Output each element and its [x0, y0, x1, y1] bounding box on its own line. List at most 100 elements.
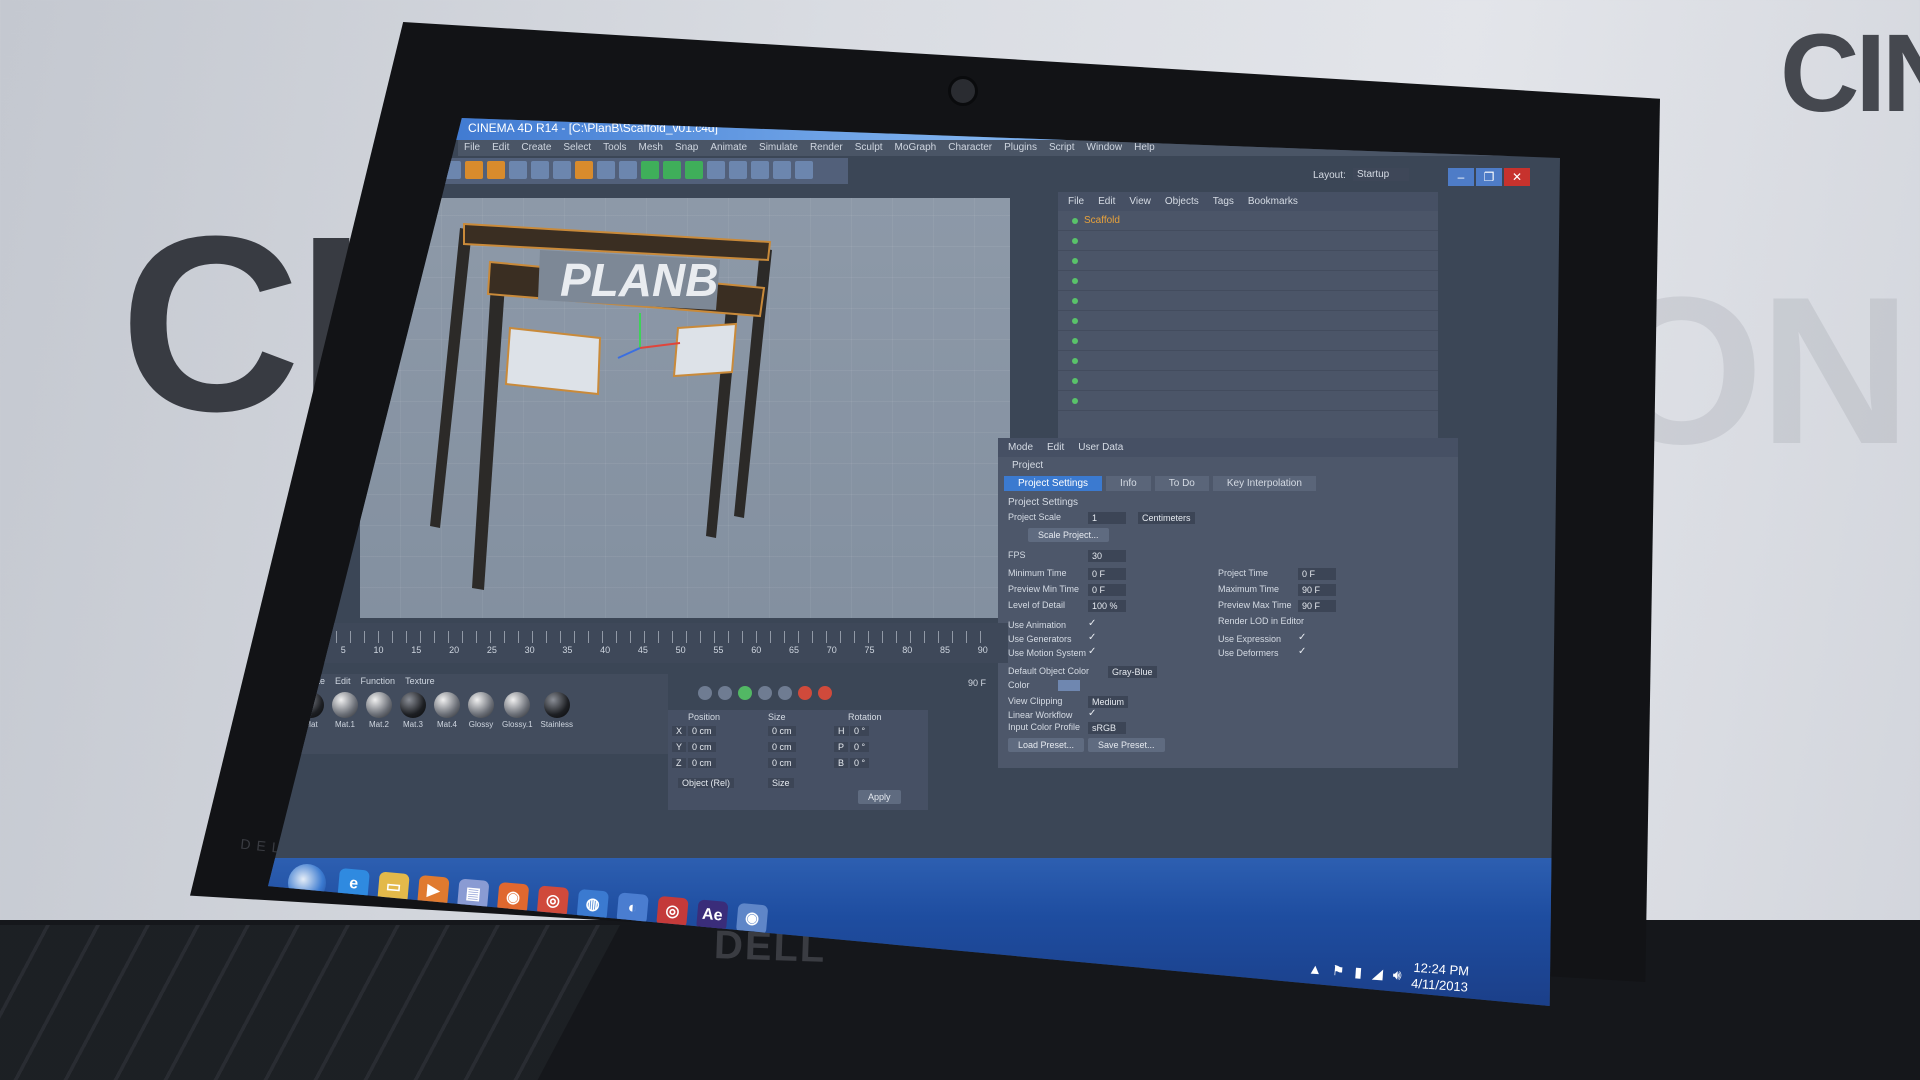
timeline[interactable]: 0 5 10 15 20 25 30 35 40 45 50 55 60 65 …	[298, 623, 1008, 663]
maximum-time-input[interactable]: 90 F	[1298, 584, 1336, 596]
menu-mograph[interactable]: MoGraph	[895, 140, 937, 156]
render-picture-icon[interactable]	[597, 161, 615, 179]
nurbs-icon[interactable]	[685, 161, 703, 179]
size-z-input[interactable]: 0 cm	[768, 758, 796, 768]
object-row[interactable]	[1058, 371, 1438, 391]
lod-input[interactable]: 100 %	[1088, 600, 1126, 612]
material-item[interactable]: Glossy.1	[502, 692, 533, 729]
use-deformers-checkbox[interactable]: ✓	[1298, 646, 1306, 657]
layout-dropdown[interactable]: Startup	[1353, 168, 1410, 181]
menu-animate[interactable]: Animate	[710, 140, 747, 156]
material-item[interactable]: Mat.4	[434, 692, 460, 729]
minimum-time-input[interactable]: 0 F	[1088, 568, 1126, 580]
go-to-end-icon[interactable]	[778, 686, 792, 700]
color-swatch[interactable]	[1058, 680, 1080, 691]
scale-icon[interactable]	[465, 161, 483, 179]
material-item[interactable]: Stainless	[541, 692, 573, 729]
render-view-icon[interactable]	[575, 161, 593, 179]
object-row[interactable]	[1058, 251, 1438, 271]
render-settings-icon[interactable]	[619, 161, 637, 179]
taskbar-clock[interactable]: 12:24 PM 4/11/2013	[1411, 960, 1470, 996]
play-icon[interactable]	[738, 686, 752, 700]
end-frame-field[interactable]: 90 F	[968, 678, 986, 688]
load-preset-button[interactable]: Load Preset...	[1008, 738, 1085, 752]
mat-menu-function[interactable]: Function	[361, 676, 396, 686]
mat-menu-edit[interactable]: Edit	[335, 676, 351, 686]
3d-viewport[interactable]: PLANB	[360, 198, 1010, 618]
go-to-start-icon[interactable]	[698, 686, 712, 700]
volume-icon[interactable]: 🔊︎	[1392, 966, 1402, 984]
battery-icon[interactable]: ▮	[1354, 963, 1363, 980]
pos-x-input[interactable]: 0 cm	[688, 726, 716, 736]
use-expression-checkbox[interactable]: ✓	[1298, 632, 1306, 643]
linear-workflow-checkbox[interactable]: ✓	[1088, 708, 1096, 719]
object-row[interactable]	[1058, 391, 1438, 411]
tab-to-do[interactable]: To Do	[1154, 476, 1209, 491]
default-color-dropdown[interactable]: Gray-Blue	[1108, 666, 1157, 678]
menu-edit[interactable]: Edit	[492, 140, 509, 156]
object-row[interactable]	[1058, 291, 1438, 311]
attr-menu-mode[interactable]: Mode	[1008, 442, 1033, 453]
preview-max-input[interactable]: 90 F	[1298, 600, 1336, 612]
object-row-root[interactable]: Scaffold	[1058, 211, 1438, 231]
menu-render[interactable]: Render	[810, 140, 843, 156]
save-preset-button[interactable]: Save Preset...	[1088, 738, 1165, 752]
z-axis-icon[interactable]	[553, 161, 571, 179]
action-center-flag-icon[interactable]: ⚑	[1331, 962, 1345, 980]
cube-icon[interactable]	[641, 161, 659, 179]
minimize-button[interactable]: –	[1448, 168, 1474, 186]
size-x-input[interactable]: 0 cm	[768, 726, 796, 736]
obj-menu-tags[interactable]: Tags	[1213, 196, 1234, 207]
obj-menu-edit[interactable]: Edit	[1098, 196, 1115, 207]
menu-simulate[interactable]: Simulate	[759, 140, 798, 156]
project-scale-input[interactable]: 1	[1088, 512, 1126, 524]
pos-z-input[interactable]: 0 cm	[688, 758, 716, 768]
next-frame-icon[interactable]	[758, 686, 772, 700]
menu-plugins[interactable]: Plugins	[1004, 140, 1037, 156]
use-motion-checkbox[interactable]: ✓	[1088, 646, 1096, 657]
tab-info[interactable]: Info	[1106, 476, 1151, 491]
material-item[interactable]: Mat.3	[400, 692, 426, 729]
project-scale-unit-dropdown[interactable]: Centimeters	[1138, 512, 1195, 524]
size-y-input[interactable]: 0 cm	[768, 742, 796, 752]
menu-window[interactable]: Window	[1087, 140, 1123, 156]
network-icon[interactable]: ◢	[1372, 964, 1384, 982]
apply-button[interactable]: Apply	[858, 790, 901, 804]
show-hidden-icons-icon[interactable]: ▲	[1308, 960, 1323, 977]
attr-menu-edit[interactable]: Edit	[1047, 442, 1064, 453]
previous-frame-icon[interactable]	[718, 686, 732, 700]
coordinate-mode-dropdown[interactable]: Object (Rel)	[678, 778, 735, 788]
autokey-icon[interactable]	[818, 686, 832, 700]
use-animation-checkbox[interactable]: ✓	[1088, 618, 1096, 629]
close-button[interactable]: ✕	[1504, 168, 1530, 186]
y-axis-icon[interactable]	[531, 161, 549, 179]
menu-sculpt[interactable]: Sculpt	[855, 140, 883, 156]
attr-menu-user-data[interactable]: User Data	[1078, 442, 1123, 453]
maximize-button[interactable]: ❐	[1476, 168, 1502, 186]
rot-p-input[interactable]: 0 °	[850, 742, 870, 752]
fps-input[interactable]: 30	[1088, 550, 1126, 562]
menu-select[interactable]: Select	[563, 140, 591, 156]
project-time-input[interactable]: 0 F	[1298, 568, 1336, 580]
material-item[interactable]: Mat.2	[366, 692, 392, 729]
object-row[interactable]	[1058, 351, 1438, 371]
obj-menu-file[interactable]: File	[1068, 196, 1084, 207]
spline-icon[interactable]	[663, 161, 681, 179]
menu-file[interactable]: File	[464, 140, 480, 156]
rot-h-input[interactable]: 0 °	[850, 726, 870, 736]
tab-key-interpolation[interactable]: Key Interpolation	[1212, 476, 1316, 491]
use-generators-checkbox[interactable]: ✓	[1088, 632, 1096, 643]
obj-menu-objects[interactable]: Objects	[1165, 196, 1199, 207]
tab-project-settings[interactable]: Project Settings	[1004, 476, 1103, 491]
menu-mesh[interactable]: Mesh	[639, 140, 663, 156]
view-clipping-dropdown[interactable]: Medium	[1088, 696, 1129, 708]
pos-y-input[interactable]: 0 cm	[688, 742, 716, 752]
material-item[interactable]: Mat.1	[332, 692, 358, 729]
deformer-icon[interactable]	[729, 161, 747, 179]
rotate-icon[interactable]	[487, 161, 505, 179]
x-axis-icon[interactable]	[509, 161, 527, 179]
size-mode-dropdown[interactable]: Size	[768, 778, 794, 788]
camera-icon[interactable]	[773, 161, 791, 179]
input-profile-dropdown[interactable]: sRGB	[1088, 722, 1126, 734]
menu-script[interactable]: Script	[1049, 140, 1075, 156]
